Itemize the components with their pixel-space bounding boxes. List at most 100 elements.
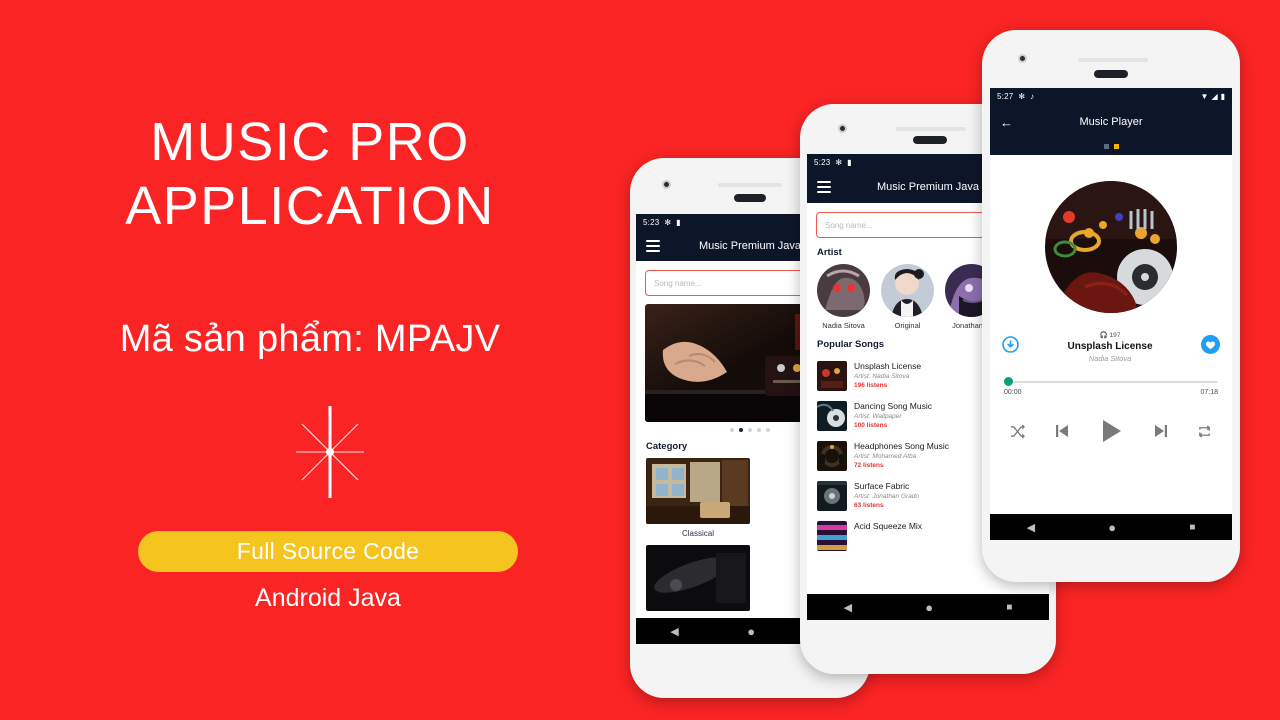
- album-art: [1045, 181, 1177, 313]
- sensor-slot: [718, 183, 782, 187]
- time-row: 00:00 07:18: [1004, 389, 1218, 396]
- song-listens: 100 listens: [854, 422, 888, 429]
- now-playing-title: Unsplash License: [1067, 341, 1153, 352]
- avatar: [817, 264, 870, 317]
- category-item[interactable]: Classical: [646, 458, 750, 538]
- home-icon[interactable]: ●: [1108, 520, 1116, 535]
- back-icon[interactable]: ◀: [844, 601, 852, 614]
- carousel-dot[interactable]: [748, 428, 752, 432]
- android-nav-bar: ◀ ● ■: [807, 594, 1049, 620]
- avatar: [881, 264, 934, 317]
- front-camera-icon: [1018, 54, 1027, 63]
- front-camera-icon: [662, 180, 671, 189]
- status-time: 5:23: [814, 158, 831, 167]
- page-title: MUSIC PRO APPLICATION: [0, 110, 620, 238]
- front-camera-icon: [838, 124, 847, 133]
- back-icon[interactable]: ◀: [1027, 521, 1035, 534]
- shuffle-icon[interactable]: [1010, 423, 1025, 444]
- song-thumbnail: [817, 401, 847, 431]
- player-screen: 5:27 ✻ ♪ ▼ ◢ ▮ ← Music Player 🎧 197 Unsp…: [990, 88, 1232, 540]
- title-line-1: MUSIC PRO: [150, 112, 470, 172]
- playback-controls: [1010, 418, 1212, 449]
- song-title: Surface Fabric: [854, 481, 910, 491]
- repeat-icon[interactable]: [1197, 424, 1212, 444]
- category-item[interactable]: [646, 545, 750, 616]
- song-listens: 196 listens: [854, 382, 888, 389]
- artist-name: Nadia Sitova: [822, 321, 865, 330]
- sparkle-icon: [296, 406, 364, 498]
- song-thumbnail: [817, 441, 847, 471]
- page-dot[interactable]: [1103, 144, 1109, 149]
- artist-item[interactable]: Original: [881, 264, 934, 330]
- earpiece-speaker: [734, 194, 766, 202]
- battery-icon: ▮: [1220, 92, 1225, 101]
- category-label: Classical: [681, 529, 714, 538]
- recents-icon[interactable]: ■: [1189, 522, 1195, 533]
- category-thumbnail: [646, 458, 750, 524]
- back-icon[interactable]: ◀: [670, 625, 678, 638]
- category-thumbnail: [646, 545, 750, 611]
- home-icon[interactable]: ●: [925, 600, 933, 615]
- signal-icon: ◢: [1211, 92, 1218, 101]
- hamburger-icon[interactable]: [817, 181, 831, 193]
- headphones-icon: 🎧: [1099, 332, 1108, 339]
- app-bar-title: Music Player: [1079, 116, 1143, 128]
- page-indicator-dots[interactable]: [990, 139, 1232, 155]
- song-meta-row: 🎧 197 Unsplash License Nadia Sitova: [990, 313, 1232, 363]
- heart-filled-icon[interactable]: [1201, 335, 1220, 359]
- sensor-slot: [896, 127, 966, 131]
- song-title: Unsplash License: [854, 361, 922, 371]
- battery-icon: ▮: [847, 158, 852, 167]
- song-title: Headphones Song Music: [854, 441, 949, 451]
- song-listens: 63 listens: [854, 502, 884, 509]
- download-circle-icon[interactable]: [1002, 336, 1019, 358]
- seek-bar[interactable]: [1004, 377, 1218, 386]
- song-title: Acid Squeeze Mix: [854, 521, 923, 531]
- play-count-value: 197: [1109, 332, 1121, 339]
- song-listens: 72 listens: [854, 462, 884, 469]
- search-placeholder: Song name...: [825, 220, 873, 230]
- gear-icon: ✻: [835, 158, 843, 167]
- platform-subtitle: Android Java: [255, 584, 401, 612]
- badge-label: Full Source Code: [236, 538, 420, 564]
- hamburger-icon[interactable]: [646, 240, 660, 252]
- carousel-dot[interactable]: [757, 428, 761, 432]
- promo-panel: MUSIC PRO APPLICATION Mã sản phẩm: MPAJV…: [0, 0, 620, 720]
- phone-mockup-player: 5:27 ✻ ♪ ▼ ◢ ▮ ← Music Player 🎧 197 Unsp…: [982, 30, 1240, 582]
- artist-item[interactable]: Nadia Sitova: [817, 264, 870, 330]
- seek-handle[interactable]: [1004, 377, 1013, 386]
- earpiece-speaker: [1094, 70, 1128, 78]
- song-artist: Artist: Jonathan Grado: [854, 493, 920, 500]
- full-source-code-badge[interactable]: Full Source Code: [138, 531, 518, 572]
- song-artist: Artist: Nadia Sitova: [854, 373, 910, 380]
- seek-track: [1004, 381, 1218, 383]
- product-code: Mã sản phẩm: MPAJV: [119, 318, 501, 360]
- carousel-dot[interactable]: [766, 428, 770, 432]
- play-icon[interactable]: [1098, 418, 1124, 449]
- page-dot-active[interactable]: [1113, 144, 1119, 149]
- gear-icon: ✻: [664, 218, 672, 227]
- carousel-dot-active[interactable]: [739, 428, 743, 432]
- previous-icon[interactable]: [1054, 423, 1070, 444]
- status-time: 5:23: [643, 218, 660, 227]
- status-bar: 5:27 ✻ ♪ ▼ ◢ ▮: [990, 88, 1232, 105]
- song-thumbnail: [817, 521, 847, 551]
- song-title: Dancing Song Music: [854, 401, 932, 411]
- total-time: 07:18: [1200, 389, 1218, 396]
- carousel-dot[interactable]: [730, 428, 734, 432]
- play-count: 🎧 197: [1019, 331, 1201, 339]
- title-line-2: APPLICATION: [125, 176, 495, 236]
- next-icon[interactable]: [1153, 423, 1169, 444]
- song-artist: Artist: Wallpaper: [854, 413, 902, 420]
- battery-icon: ▮: [676, 218, 681, 227]
- app-bar: ← Music Player: [990, 105, 1232, 139]
- wifi-icon: ▼: [1200, 92, 1209, 101]
- search-placeholder: Song name...: [654, 278, 702, 288]
- android-nav-bar: ◀ ● ■: [990, 514, 1232, 540]
- song-thumbnail: [817, 481, 847, 511]
- earpiece-speaker: [913, 136, 947, 144]
- home-icon[interactable]: ●: [747, 624, 755, 639]
- arrow-left-icon[interactable]: ←: [1000, 115, 1013, 130]
- music-note-icon: ♪: [1030, 92, 1035, 101]
- recents-icon[interactable]: ■: [1006, 602, 1012, 613]
